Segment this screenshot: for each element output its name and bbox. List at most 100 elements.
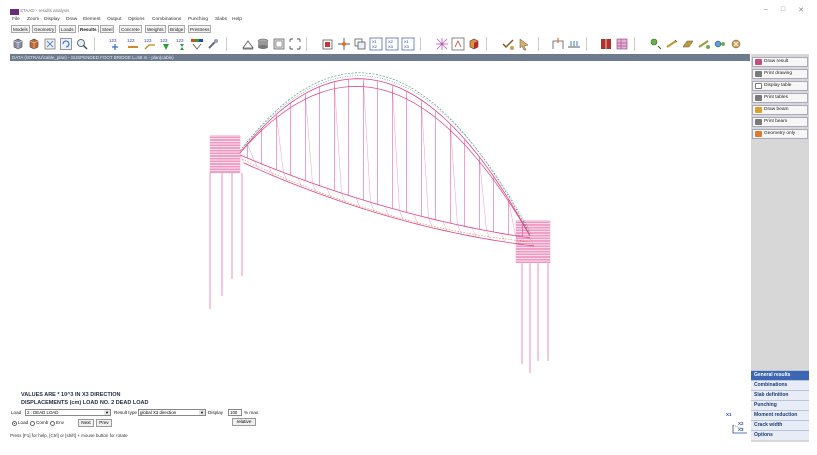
axis-x1x2-icon[interactable]: X1X2 xyxy=(369,37,383,51)
panel-tab-slab-definition[interactable]: Slab definition xyxy=(751,390,809,400)
beam-edit-icon[interactable] xyxy=(697,37,711,51)
grid-sheet-icon[interactable] xyxy=(615,37,629,51)
moment-result-button[interactable]: 123 xyxy=(143,37,157,51)
settings-wrench-icon[interactable] xyxy=(206,37,220,51)
cube-color-icon[interactable] xyxy=(467,37,481,51)
load-select-value: 2 : DEAD LOAD xyxy=(27,410,59,415)
color-scale-icon[interactable] xyxy=(190,37,204,51)
menu-draw[interactable]: Draw xyxy=(66,17,77,22)
tab-models[interactable]: Models xyxy=(11,25,30,33)
force-result-button[interactable]: 123 xyxy=(126,37,140,51)
tab-steel[interactable]: Steel xyxy=(100,25,115,33)
display-percent-input[interactable]: 100 xyxy=(228,409,242,416)
result-icon-label: 123 xyxy=(160,38,168,43)
beam-load-icon[interactable] xyxy=(567,37,581,51)
section-icon[interactable] xyxy=(256,37,270,51)
chevron-down-icon: ▼ xyxy=(199,410,205,415)
axis-view-icon[interactable] xyxy=(451,37,465,51)
check-icon[interactable] xyxy=(501,37,515,51)
copy-icon[interactable] xyxy=(353,37,367,51)
displacement-plus-icon: 123 xyxy=(109,38,118,50)
panel-tab-options[interactable]: Options xyxy=(751,430,809,440)
panel-tab-crack-width[interactable]: Crack width xyxy=(751,420,809,430)
close-button[interactable]: ✕ xyxy=(795,6,807,14)
menu-output[interactable]: Output xyxy=(107,17,121,22)
menu-zoom[interactable]: Zoom xyxy=(27,17,39,22)
menu-help[interactable]: Help xyxy=(232,17,242,22)
print-drawing-button[interactable]: Print drawing xyxy=(752,69,808,79)
table-icon xyxy=(755,83,762,89)
geometry-only-button[interactable]: Geometry only xyxy=(752,129,808,139)
refresh-icon[interactable] xyxy=(59,37,73,51)
zoom-extents-icon[interactable] xyxy=(43,37,57,51)
cube-view-icon[interactable] xyxy=(11,37,25,51)
print-beam-label: Print beam xyxy=(764,119,788,124)
axis-x1x3-icon[interactable]: X1X3 xyxy=(401,37,415,51)
displacement-result-button[interactable]: 123 xyxy=(108,37,122,51)
radio-env[interactable] xyxy=(50,421,55,426)
maximize-button[interactable]: □ xyxy=(777,6,789,13)
draw-result-button[interactable]: Draw result xyxy=(752,57,808,67)
right-panel: Draw result Print drawing Display table … xyxy=(751,54,809,442)
print-tables-button[interactable]: Print tables xyxy=(752,93,808,103)
load-select[interactable]: 2 : DEAD LOAD ▼ xyxy=(25,409,111,416)
mesh-icon[interactable] xyxy=(435,37,449,51)
node-grid-icon[interactable] xyxy=(288,37,302,51)
menu-element[interactable]: Element xyxy=(83,17,101,22)
solid-view-icon[interactable] xyxy=(27,37,41,51)
radio-load[interactable] xyxy=(12,421,17,426)
panel-tab-general-results[interactable]: General results xyxy=(751,370,809,380)
minimize-button[interactable]: – xyxy=(760,6,772,13)
menu-combinations[interactable]: Combinations xyxy=(152,17,181,22)
menu-display[interactable]: Display xyxy=(44,17,60,22)
tab-results[interactable]: Results xyxy=(78,25,99,33)
relative-button[interactable]: relative xyxy=(232,418,256,426)
deck-cross-beam xyxy=(471,227,477,238)
tab-weights[interactable]: Weights xyxy=(145,25,166,33)
panel-tab-punching[interactable]: Punching xyxy=(751,400,809,410)
axis-x2x3-icon[interactable]: X2X3 xyxy=(385,37,399,51)
book-icon[interactable] xyxy=(599,37,613,51)
menu-punching[interactable]: Punching xyxy=(188,17,208,22)
cursor-icon[interactable] xyxy=(517,37,531,51)
display-table-button[interactable]: Display table xyxy=(752,81,808,91)
module-tabs: Models Geometry Loads Results Steel Conc… xyxy=(0,24,817,34)
plate-add-icon[interactable] xyxy=(681,37,695,51)
delete-element-icon[interactable] xyxy=(729,37,743,51)
stress-result-button[interactable]: 123 xyxy=(159,37,173,51)
toolbar-separator xyxy=(420,37,421,51)
tab-geometry[interactable]: Geometry xyxy=(32,25,57,33)
tab-prestress[interactable]: Prestress xyxy=(188,25,212,33)
hanger-diagonal xyxy=(421,99,429,219)
beam-add-icon[interactable] xyxy=(665,37,679,51)
print-beam-button[interactable]: Print beam xyxy=(752,117,808,127)
document-title-bar: DATA (\STRAU\cable_plan) - SUSPENDED FOO… xyxy=(10,54,750,61)
move-icon[interactable] xyxy=(337,37,351,51)
radio-comb[interactable] xyxy=(30,421,35,426)
frame-load-icon[interactable] xyxy=(551,37,565,51)
element-select-icon[interactable] xyxy=(321,37,335,51)
tab-bridge[interactable]: Bridge xyxy=(168,25,186,33)
arch-upper-chord xyxy=(239,78,531,237)
tab-loads[interactable]: Loads xyxy=(59,25,76,33)
tab-concrete[interactable]: Concrete xyxy=(119,25,142,33)
prev-button[interactable]: Prev xyxy=(96,419,112,427)
menu-slabs[interactable]: Slabs xyxy=(215,17,227,22)
menu-options[interactable]: Options xyxy=(128,17,145,22)
force-bar-icon: 123 xyxy=(127,38,138,48)
panel-tab-moment-reduction[interactable]: Moment reduction xyxy=(751,410,809,420)
support-icon[interactable] xyxy=(241,37,255,51)
next-button[interactable]: Next xyxy=(78,419,94,427)
result-type-select[interactable]: global X3 direction ▼ xyxy=(138,409,206,416)
menu-file[interactable]: File xyxy=(12,17,20,22)
draw-beam-button[interactable]: Draw beam xyxy=(752,105,808,115)
model-canvas[interactable] xyxy=(10,61,750,409)
node-add-icon[interactable] xyxy=(649,37,663,51)
frame-icon[interactable] xyxy=(272,37,286,51)
reaction-result-button[interactable]: 123 xyxy=(175,37,189,51)
node-edit-icon[interactable] xyxy=(713,37,727,51)
zoom-icon[interactable] xyxy=(75,37,89,51)
axis-x2-label: X2 xyxy=(738,421,744,426)
panel-tab-combinations[interactable]: Combinations xyxy=(751,380,809,390)
load-label: Load xyxy=(11,410,22,415)
